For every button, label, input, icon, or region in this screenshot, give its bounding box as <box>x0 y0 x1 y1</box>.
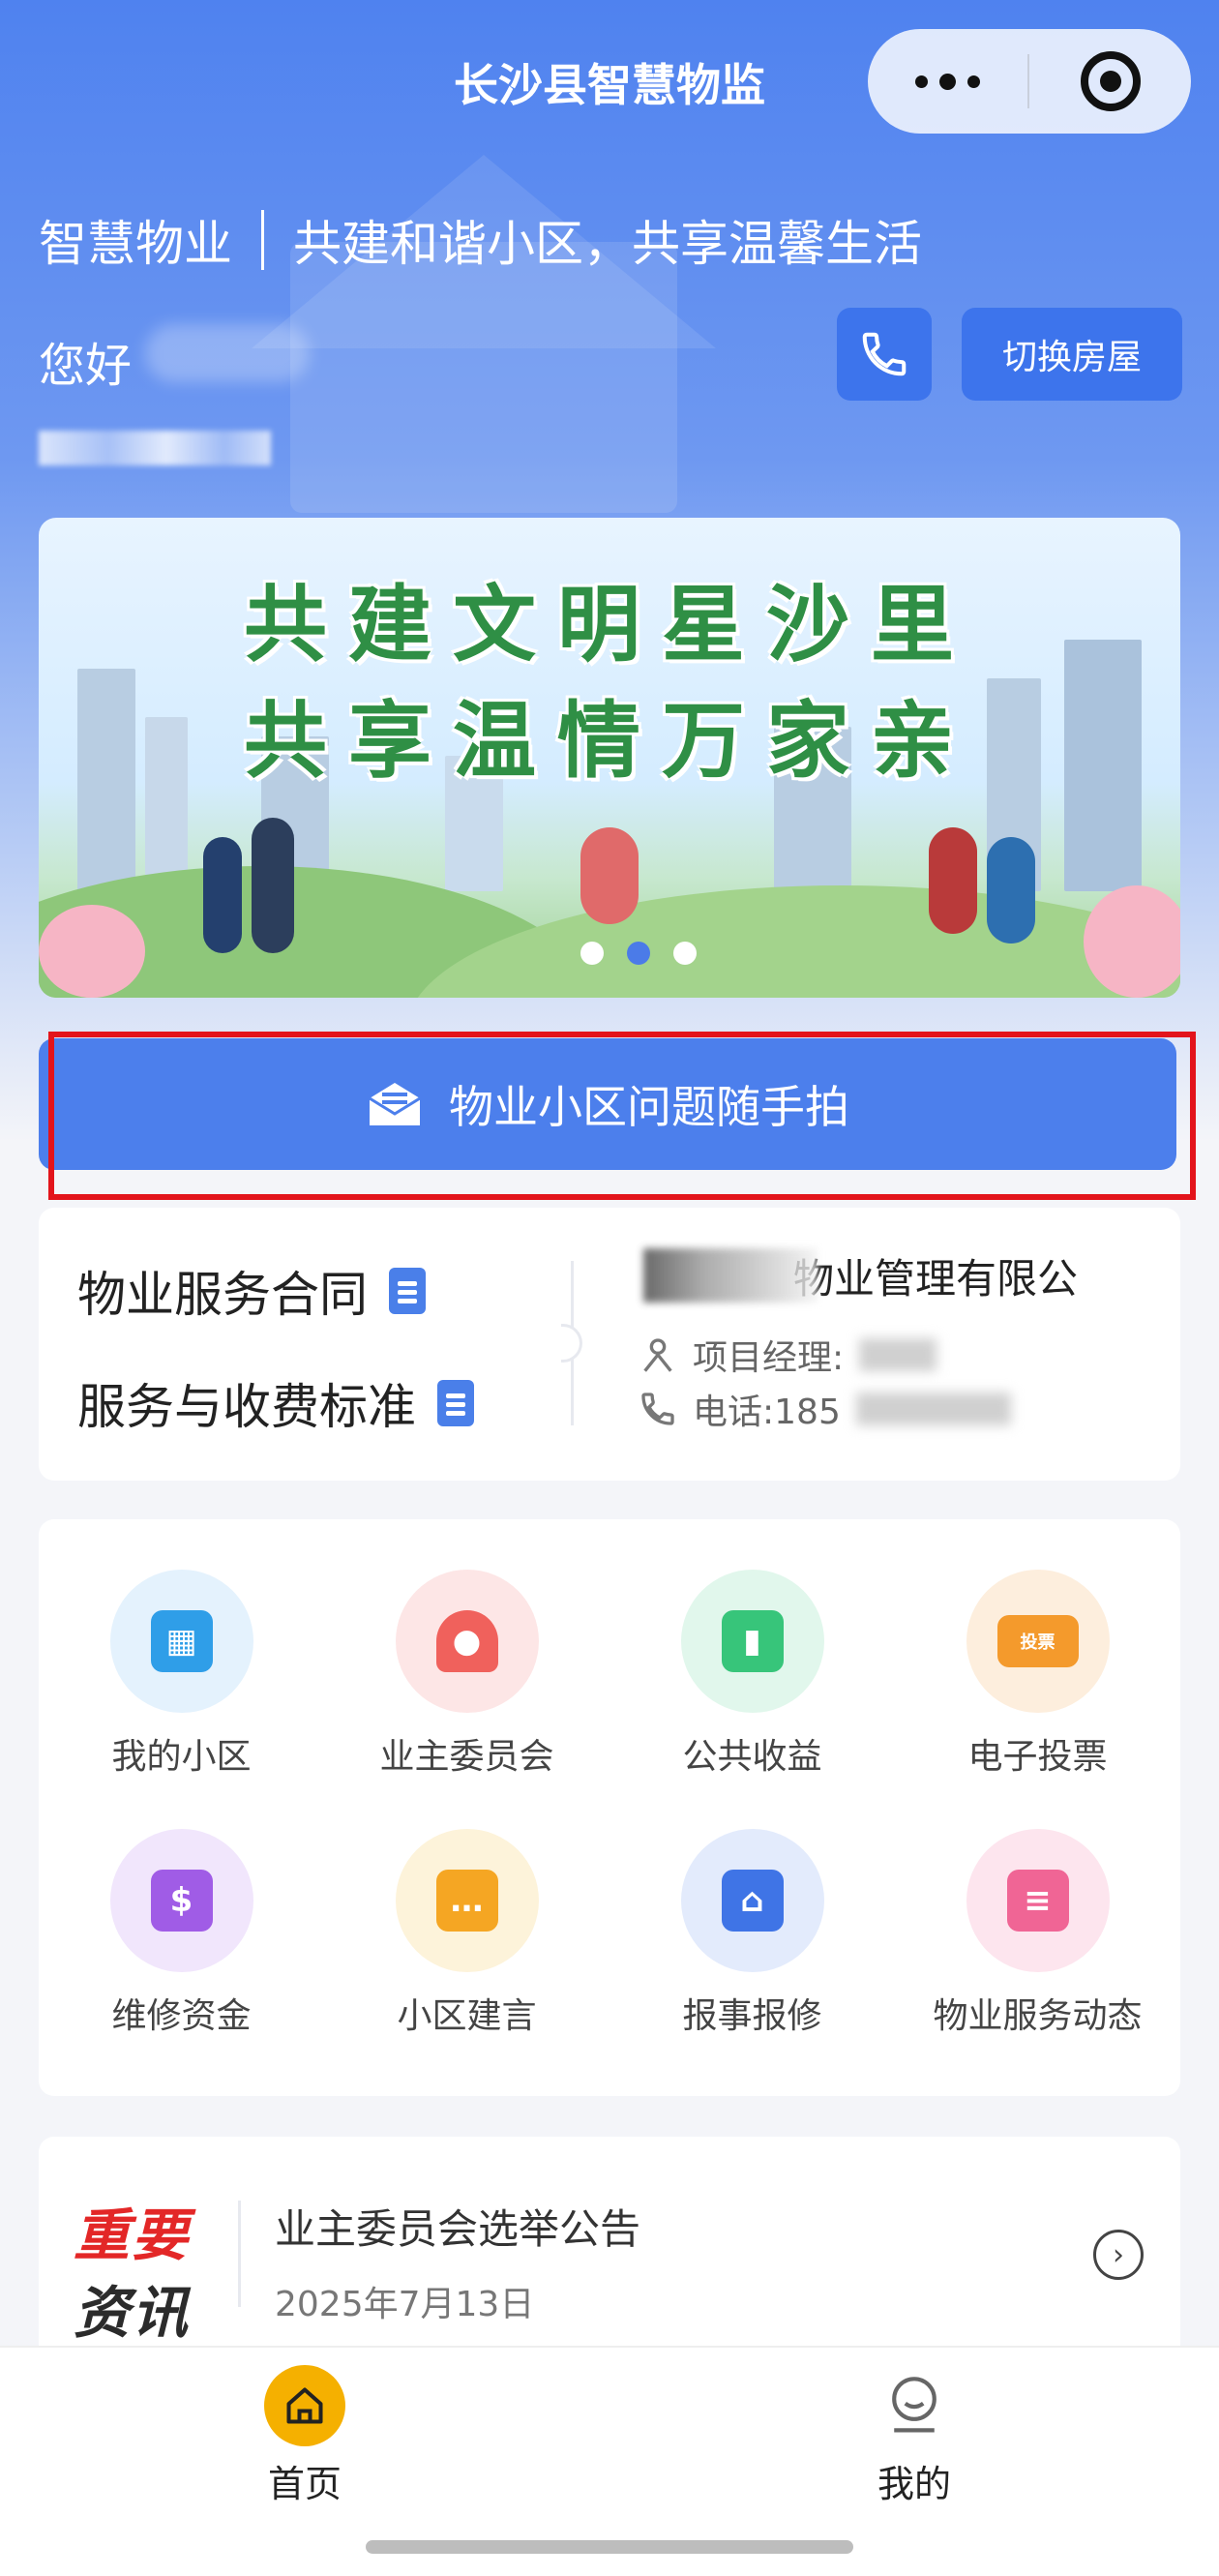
important-news-badge: 重要 资讯 <box>74 2202 191 2346</box>
service-e-voting[interactable]: 投票 电子投票 <box>895 1570 1180 1779</box>
slogan-text: 共建和谐小区，共享温馨生活 <box>293 216 922 272</box>
service-public-income[interactable]: ▮ 公共收益 <box>610 1570 895 1779</box>
document-icon <box>437 1380 474 1426</box>
call-button[interactable] <box>837 308 932 401</box>
document-icon <box>389 1268 426 1314</box>
blurred-company-prefix <box>643 1248 818 1303</box>
home-indicator <box>366 2540 853 2554</box>
person-icon <box>643 1338 672 1372</box>
news-title: 业主委员会选举公告 <box>275 2205 641 2253</box>
miniprogram-capsule <box>868 29 1191 134</box>
tab-mine[interactable]: 我的 <box>818 2365 1011 2507</box>
news-card[interactable]: 重要 资讯 业主委员会选举公告 2025年7月13日 › <box>39 2137 1180 2350</box>
news-date: 2025年7月13日 <box>275 2285 535 2324</box>
house-dollar-icon: $ <box>150 1870 213 1932</box>
home-icon <box>264 2365 345 2446</box>
greeting: 您好 <box>39 339 133 393</box>
income-chart-icon: ▮ <box>721 1610 784 1672</box>
switch-house-button[interactable]: 切换房屋 <box>962 308 1182 401</box>
user-face-icon <box>874 2365 955 2446</box>
slogan-brand: 智慧物业 <box>39 216 232 272</box>
document-chat-icon: ≡ <box>1006 1870 1069 1932</box>
service-owners-committee[interactable]: ● 业主委员会 <box>324 1570 610 1779</box>
chat-bubble-icon: … <box>435 1870 498 1932</box>
highlight-frame <box>48 1032 1196 1200</box>
slogan: 智慧物业 共建和谐小区，共享温馨生活 <box>39 205 922 275</box>
chevron-right-icon[interactable]: › <box>1093 2230 1144 2280</box>
service-repair-report[interactable]: ⌂ 报事报修 <box>610 1829 895 2038</box>
service-contract-link[interactable]: 物业服务合同 <box>77 1256 426 1326</box>
banner-line-1: 共建文明星沙里 <box>244 577 975 674</box>
manager-line: 项目经理: <box>639 1330 937 1380</box>
vote-ticket-icon: 投票 <box>996 1615 1079 1667</box>
contract-card: 物业服务合同 服务与收费标准 物业管理有限公 项目经理: 电话:185 <box>39 1208 1180 1481</box>
phone-line[interactable]: 电话:185 <box>639 1384 1011 1434</box>
phone-icon <box>641 1393 674 1425</box>
phone-icon <box>862 332 907 376</box>
people-icon: ● <box>435 1610 498 1672</box>
service-property-news[interactable]: ≡ 物业服务动态 <box>895 1829 1180 2038</box>
building-icon: ▦ <box>150 1610 213 1672</box>
target-close-icon <box>1080 51 1141 111</box>
blurred-address <box>39 431 271 465</box>
company-name: 物业管理有限公 <box>793 1255 1079 1303</box>
wrench-house-icon: ⌂ <box>721 1870 784 1932</box>
carousel-indicator <box>580 942 697 965</box>
service-suggestions[interactable]: … 小区建言 <box>324 1829 610 2038</box>
house-watermark <box>290 242 677 513</box>
service-my-community[interactable]: ▦ 我的小区 <box>39 1570 324 1779</box>
more-menu-button[interactable] <box>868 29 1027 134</box>
service-maintenance-fund[interactable]: $ 维修资金 <box>39 1829 324 2038</box>
tab-home[interactable]: 首页 <box>208 2365 401 2507</box>
banner-line-2: 共享温情万家亲 <box>244 693 975 790</box>
blurred-username <box>145 324 310 382</box>
close-miniprogram-button[interactable] <box>1029 51 1191 111</box>
fee-standard-link[interactable]: 服务与收费标准 <box>77 1368 474 1438</box>
banner-carousel[interactable]: 共建文明星沙里 共享温情万家亲 <box>39 518 1180 998</box>
services-card: ▦ 我的小区 ● 业主委员会 ▮ 公共收益 投票 电子投票 $ 维修资金 … 小… <box>39 1519 1180 2096</box>
